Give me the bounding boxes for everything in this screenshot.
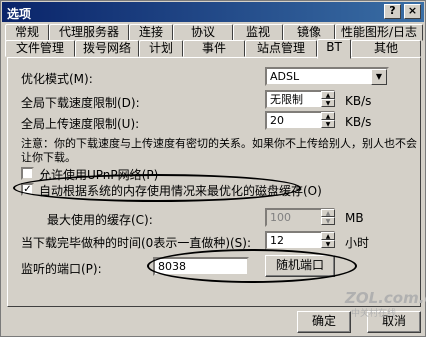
seed-time-label: 当下载完毕做种的时间(0表示一直做种)(S): (21, 236, 252, 250)
tab-connection[interactable]: 连接 (129, 24, 173, 41)
spin-up-icon[interactable]: ▲ (321, 112, 335, 120)
tab-bt[interactable]: BT (317, 39, 351, 59)
watermark-logo: ZOL.com.cn (345, 289, 426, 307)
tab-site-management[interactable]: 站点管理 (245, 40, 317, 57)
watermark-subtitle: 中关村在线 (351, 309, 397, 319)
spin-down-icon[interactable]: ▼ (321, 120, 335, 128)
window-title: 选项 (7, 7, 32, 21)
tab-schedule[interactable]: 计划 (139, 40, 183, 57)
tab-other[interactable]: 其他 (351, 40, 421, 57)
spin-up-icon[interactable]: ▲ (321, 91, 335, 99)
auto-cache-label: 自动根据系统的内存使用情况来最优化的磁盘缓存(O) (39, 184, 322, 198)
random-port-button[interactable]: 随机端口 (265, 255, 335, 277)
optimize-mode-value: ADSL (270, 70, 300, 83)
auto-cache-checkbox[interactable]: ✓ (21, 183, 34, 196)
download-limit-value: 无限制 (270, 93, 303, 106)
seed-time-value: 12 (270, 234, 284, 247)
ok-button[interactable]: 确定 (297, 311, 351, 333)
upload-unit: KB/s (345, 115, 372, 129)
max-cache-unit: MB (345, 211, 364, 225)
tab-monitor[interactable]: 监视 (233, 24, 283, 41)
upnp-checkbox[interactable] (21, 167, 34, 180)
spin-up-icon[interactable]: ▲ (321, 232, 335, 240)
seed-time-unit: 小时 (345, 236, 370, 250)
upnp-label: 允许使用UPnP网络(P) (39, 168, 159, 182)
max-cache-label: 最大使用的缓存(C): (47, 213, 153, 227)
max-cache-value: 100 (270, 211, 291, 224)
tab-dialup[interactable]: 拨号网络 (75, 40, 139, 57)
help-button[interactable]: ? (384, 4, 401, 19)
tab-events[interactable]: 事件 (183, 40, 245, 57)
tab-general[interactable]: 常规 (5, 24, 49, 41)
chevron-down-icon[interactable]: ▼ (371, 69, 387, 85)
tab-protocol[interactable]: 协议 (173, 24, 233, 41)
port-label: 监听的端口(P): (21, 262, 102, 276)
spin-down-icon[interactable]: ▼ (321, 240, 335, 248)
port-input[interactable]: 8038 (153, 257, 249, 276)
optimize-mode-label: 优化模式(M): (21, 72, 93, 86)
options-dialog: 选项 ? × 常规 代理服务器 连接 协议 监视 镜像 性能图形/日志 文件管理… (0, 0, 426, 337)
port-value: 8038 (158, 260, 186, 273)
spin-down-icon[interactable]: ▼ (321, 99, 335, 107)
title-bar[interactable]: 选项 ? × (2, 2, 424, 22)
note-line-1: 注意：你的下载速度与上传速度有密切的关系。如果你不上传给别人，别人也不会 (21, 137, 417, 150)
download-limit-label: 全局下载速度限制(D): (21, 96, 140, 110)
upload-limit-label: 全局上传速度限制(U): (21, 117, 140, 131)
spin-down-icon: ▼ (321, 217, 335, 225)
download-unit: KB/s (345, 94, 372, 108)
tab-proxy-server[interactable]: 代理服务器 (49, 24, 129, 41)
close-button[interactable]: × (404, 4, 421, 19)
tab-file-management[interactable]: 文件管理 (5, 40, 75, 57)
spin-up-icon: ▲ (321, 209, 335, 217)
note-line-2: 让你下载。 (21, 151, 76, 164)
upload-limit-value: 20 (270, 114, 284, 127)
